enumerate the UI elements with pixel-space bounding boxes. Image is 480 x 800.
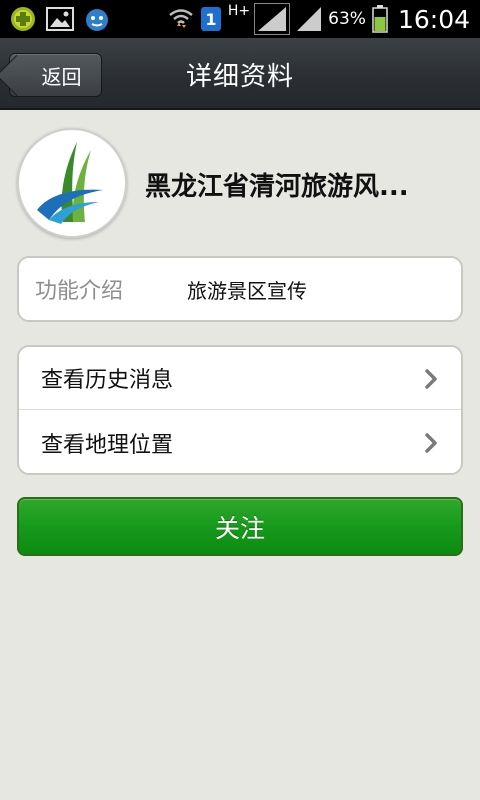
gallery-icon — [46, 7, 74, 31]
history-messages-label: 查看历史消息 — [41, 368, 174, 393]
account-name: 黑龙江省清河旅游风... — [145, 172, 409, 202]
title-bar: 返回 详细资料 — [0, 38, 480, 110]
history-messages-item[interactable]: 查看历史消息 — [19, 347, 461, 410]
wifi-icon — [168, 6, 194, 32]
battery-icon — [372, 5, 388, 33]
battery-percent: 63% — [328, 9, 366, 29]
signal-icon-2 — [296, 6, 322, 32]
back-button-label: 返回 — [41, 64, 82, 89]
network-type-label: H+ — [227, 3, 251, 19]
signal-icon — [254, 3, 291, 35]
intro-value: 旅游景区宣传 — [187, 278, 307, 303]
logo-icon — [37, 142, 103, 224]
intro-label: 功能介绍 — [35, 279, 124, 304]
back-button[interactable]: 返回 — [9, 53, 102, 97]
app-notification-icon — [10, 6, 36, 32]
svg-text:1: 1 — [205, 10, 216, 29]
geo-location-label: 查看地理位置 — [41, 432, 174, 458]
qq-icon — [84, 6, 110, 32]
profile-header: 黑龙江省清河旅游风... — [17, 128, 463, 240]
account-avatar[interactable] — [17, 128, 127, 238]
links-card: 查看历史消息 查看地理位置 — [17, 345, 463, 475]
geo-location-item[interactable]: 查看地理位置 — [19, 411, 461, 474]
clock: 16:04 — [397, 4, 470, 34]
sim-badge-icon: 1 — [200, 6, 222, 32]
status-bar: 1 H+ 63% 16:04 — [0, 0, 480, 38]
chevron-right-icon — [425, 433, 437, 453]
intro-card: 功能介绍 旅游景区宣传 — [17, 256, 463, 322]
follow-button-label: 关注 — [214, 513, 265, 543]
chevron-right-icon — [425, 369, 437, 389]
follow-button[interactable]: 关注 — [17, 497, 463, 556]
